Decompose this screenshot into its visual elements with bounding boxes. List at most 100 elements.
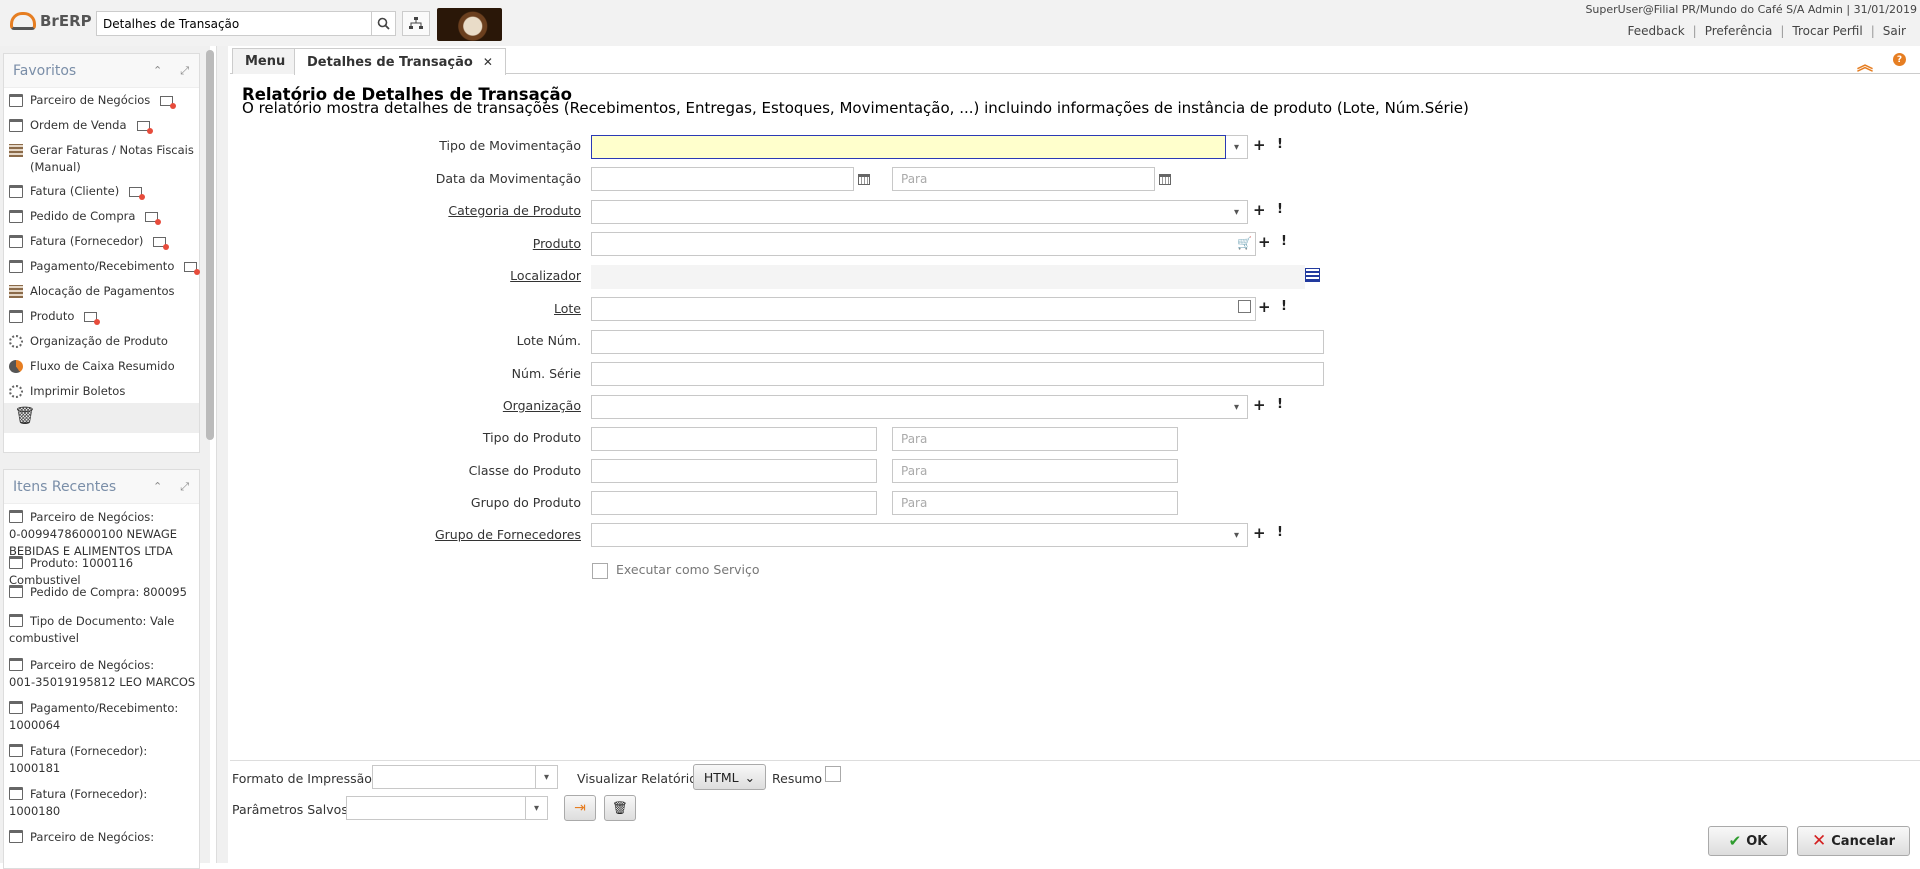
label-lote[interactable]: Lote (554, 301, 581, 316)
recent-item[interactable]: Fatura (Fornecedor): 1000181 (9, 742, 197, 777)
tab-menu[interactable]: Menu (232, 48, 299, 74)
open-new-window-icon[interactable] (84, 312, 101, 325)
panel-splitter[interactable] (216, 46, 228, 863)
expand-icon[interactable]: ⤢ (180, 64, 189, 78)
search-button[interactable] (371, 12, 395, 35)
categoria-produto-input[interactable] (591, 200, 1230, 224)
chevron-down-icon[interactable]: ▾ (1226, 200, 1248, 224)
brerp-logo[interactable]: BrERP (10, 12, 92, 30)
open-new-window-icon[interactable] (160, 96, 177, 109)
exclamation-icon[interactable]: ! (1281, 234, 1287, 249)
recent-item[interactable]: Parceiro de Negócios: (9, 828, 197, 846)
exclamation-icon[interactable]: ! (1277, 202, 1283, 217)
trash-icon[interactable]: 🗑 (14, 406, 36, 426)
favorite-item[interactable]: Fatura (Cliente) (9, 183, 197, 200)
plus-icon[interactable]: + (1253, 524, 1266, 542)
favorite-item[interactable]: Ordem de Venda (9, 117, 197, 134)
chevron-down-icon[interactable]: ▾ (536, 765, 558, 789)
label-grupo-fornecedores[interactable]: Grupo de Fornecedores (435, 527, 581, 542)
chevron-down-icon[interactable]: ▾ (1226, 395, 1248, 419)
favorite-item[interactable]: Alocação de Pagamentos (9, 283, 197, 300)
plus-icon[interactable]: + (1258, 233, 1271, 251)
recent-item[interactable]: Fatura (Fornecedor): 1000180 (9, 785, 197, 820)
classe-produto-from[interactable] (591, 459, 877, 483)
search-input[interactable] (97, 12, 371, 35)
favorite-item[interactable]: Produto (9, 308, 197, 325)
chevron-down-icon[interactable]: ▾ (1226, 135, 1248, 159)
delete-params-button[interactable]: 🗑 (604, 795, 636, 821)
chevron-down-icon[interactable]: ▾ (526, 796, 548, 820)
favorite-item[interactable]: Parceiro de Negócios (9, 92, 197, 109)
edit-icon[interactable] (1238, 300, 1251, 313)
lote-input[interactable] (591, 297, 1256, 321)
organizacao-input[interactable] (591, 395, 1230, 419)
open-new-window-icon[interactable] (184, 262, 200, 275)
open-new-window-icon[interactable] (129, 187, 146, 200)
favorite-item[interactable]: Imprimir Boletos (9, 383, 197, 400)
tab-detalhes-transacao[interactable]: Detalhes de Transação ✕ (294, 48, 506, 75)
ok-button[interactable]: ✔ OK (1708, 826, 1788, 856)
collapse-icon[interactable]: ⌃ (153, 480, 162, 494)
favorite-item[interactable]: Fatura (Fornecedor) (9, 233, 197, 250)
produto-input[interactable] (591, 232, 1256, 256)
open-new-window-icon[interactable] (136, 121, 153, 134)
open-new-window-icon[interactable] (145, 212, 162, 225)
favorite-item[interactable]: Organização de Produto (9, 333, 197, 350)
exclamation-icon[interactable]: ! (1281, 299, 1287, 314)
plus-icon[interactable]: + (1253, 396, 1266, 414)
plus-icon[interactable]: + (1253, 136, 1266, 154)
data-movimentacao-from[interactable] (591, 167, 854, 191)
recent-item[interactable]: Pedido de Compra: 800095 (9, 583, 197, 601)
calendar-icon[interactable] (1154, 167, 1176, 191)
tipo-produto-from[interactable] (591, 427, 877, 451)
favorite-item[interactable]: Pedido de Compra (9, 208, 197, 225)
help-icon[interactable]: ? (1893, 53, 1906, 66)
collapse-icon[interactable]: ⌃ (153, 64, 162, 78)
label-localizador[interactable]: Localizador (510, 268, 581, 283)
left-scrollbar[interactable] (206, 50, 214, 440)
label-organizacao[interactable]: Organização (503, 398, 581, 413)
tipo-produto-to[interactable]: Para (892, 427, 1178, 451)
resumo-checkbox[interactable] (825, 766, 841, 782)
logout-link[interactable]: Sair (1875, 24, 1914, 38)
favorite-item[interactable]: Gerar Faturas / Notas Fiscais (Manual) (9, 142, 197, 176)
calendar-icon[interactable] (853, 167, 875, 191)
label-categoria-produto[interactable]: Categoria de Produto (448, 203, 581, 218)
expand-icon[interactable]: ⤢ (180, 480, 189, 494)
plus-icon[interactable]: + (1258, 298, 1271, 316)
open-new-window-icon[interactable] (153, 237, 170, 250)
favorite-item[interactable]: Fluxo de Caixa Resumido (9, 358, 197, 375)
preferences-link[interactable]: Preferência (1697, 24, 1781, 38)
classe-produto-to[interactable]: Para (892, 459, 1178, 483)
grupo-produto-to[interactable]: Para (892, 491, 1178, 515)
recent-item[interactable]: Tipo de Documento: Vale combustivel (9, 612, 197, 647)
formato-impressao-select[interactable] (372, 765, 536, 789)
exclamation-icon[interactable]: ! (1277, 397, 1283, 412)
cart-icon[interactable]: 🛒 (1237, 236, 1252, 250)
change-role-link[interactable]: Trocar Perfil (1784, 24, 1870, 38)
recent-item[interactable]: Parceiro de Negócios: 0-00994786000100 NE… (9, 508, 197, 560)
save-params-button[interactable]: ⇥ (564, 795, 596, 821)
lote-num-input[interactable] (591, 330, 1324, 354)
grupo-fornecedores-input[interactable] (591, 523, 1230, 547)
cancel-button[interactable]: ✕ Cancelar (1797, 826, 1910, 856)
format-select-button[interactable]: HTML ⌄ (693, 764, 766, 790)
recent-item[interactable]: Parceiro de Negócios: 001-35019195812 LEO… (9, 656, 197, 691)
parametros-salvos-select[interactable] (346, 796, 526, 820)
menu-tree-button[interactable] (402, 11, 430, 36)
executar-servico-checkbox[interactable] (592, 563, 608, 579)
tipo-movimentacao-input[interactable] (591, 135, 1226, 159)
locator-icon[interactable] (1305, 268, 1320, 282)
label-produto[interactable]: Produto (533, 236, 581, 251)
collapse-header-icon[interactable]: ︽ (1857, 51, 1873, 75)
grupo-produto-from[interactable] (591, 491, 877, 515)
num-serie-input[interactable] (591, 362, 1324, 386)
chevron-down-icon[interactable]: ▾ (1226, 523, 1248, 547)
recent-item[interactable]: Pagamento/Recebimento: 1000064 (9, 699, 197, 734)
close-icon[interactable]: ✕ (483, 55, 493, 69)
localizador-input[interactable] (591, 265, 1305, 289)
exclamation-icon[interactable]: ! (1277, 137, 1283, 152)
feedback-link[interactable]: Feedback (1620, 24, 1693, 38)
data-movimentacao-to[interactable]: Para (892, 167, 1155, 191)
favorite-item[interactable]: Pagamento/Recebimento (9, 258, 200, 275)
